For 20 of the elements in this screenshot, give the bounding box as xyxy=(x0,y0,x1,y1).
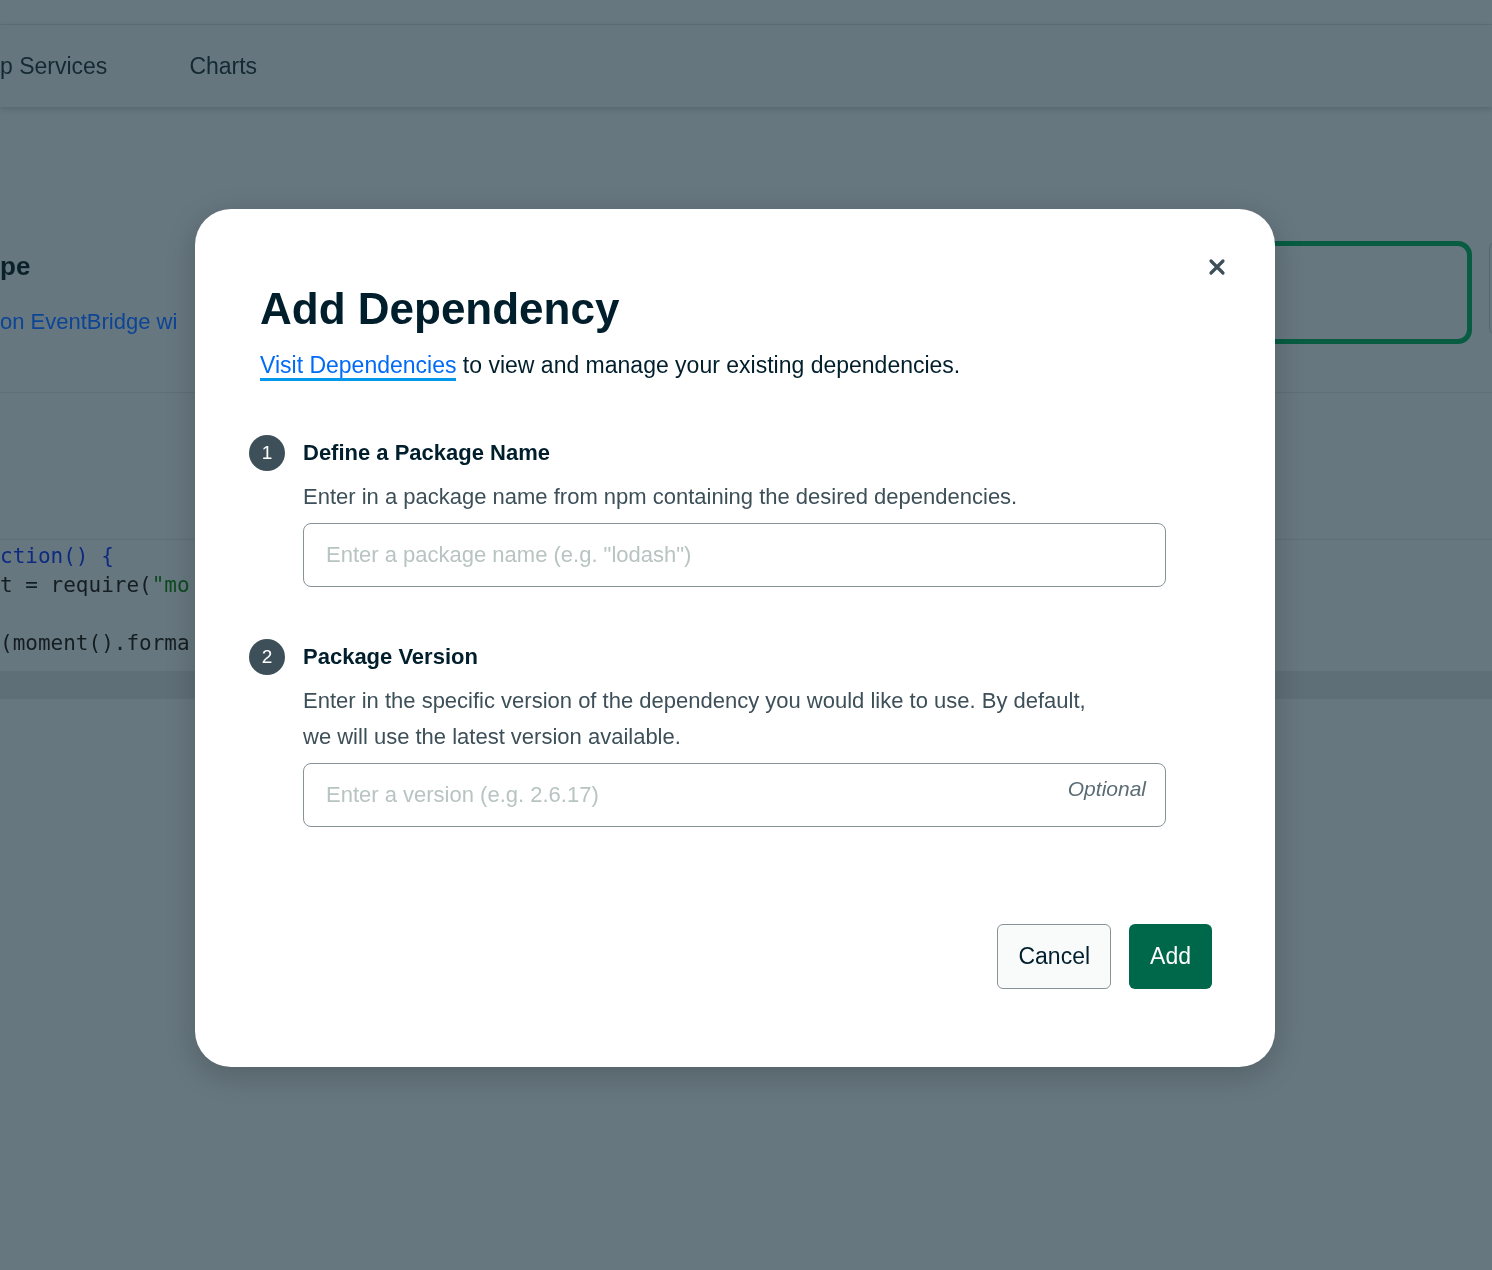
code-line: (moment().forma xyxy=(0,630,190,657)
add-button[interactable]: Add xyxy=(1129,924,1212,989)
step-number: 1 xyxy=(249,435,285,471)
nav-tab[interactable]: p Services xyxy=(0,48,108,84)
step-title: Package Version xyxy=(303,643,479,671)
dependencies-link[interactable]: Visit Dependencies xyxy=(260,352,457,381)
nav-tab[interactable]: Charts xyxy=(189,48,258,84)
step-title: Define a Package Name xyxy=(303,439,552,467)
step-number: 2 xyxy=(249,639,285,675)
optional-hint: Optional xyxy=(1067,776,1146,802)
intro-text: Visit Dependencies to view and manage your existing dependencies. xyxy=(260,347,1212,383)
close-icon xyxy=(1208,258,1226,276)
section-heading: pe xyxy=(0,250,31,283)
cancel-button[interactable]: Cancel xyxy=(997,924,1112,989)
text-field[interactable]: Enter a package name (e.g. "lodash") xyxy=(303,523,1166,587)
code-line: t = require("mo xyxy=(0,572,190,599)
step-description: Enter in a package name from npm containing the desired dependencies. xyxy=(303,483,1019,511)
code-line: ction() { xyxy=(0,543,114,570)
dialog-title: Add Dependency xyxy=(260,283,621,335)
step-description: Enter in the specific version of the dependency you would like to use. By default, we will use the latest version available. xyxy=(303,687,1087,751)
